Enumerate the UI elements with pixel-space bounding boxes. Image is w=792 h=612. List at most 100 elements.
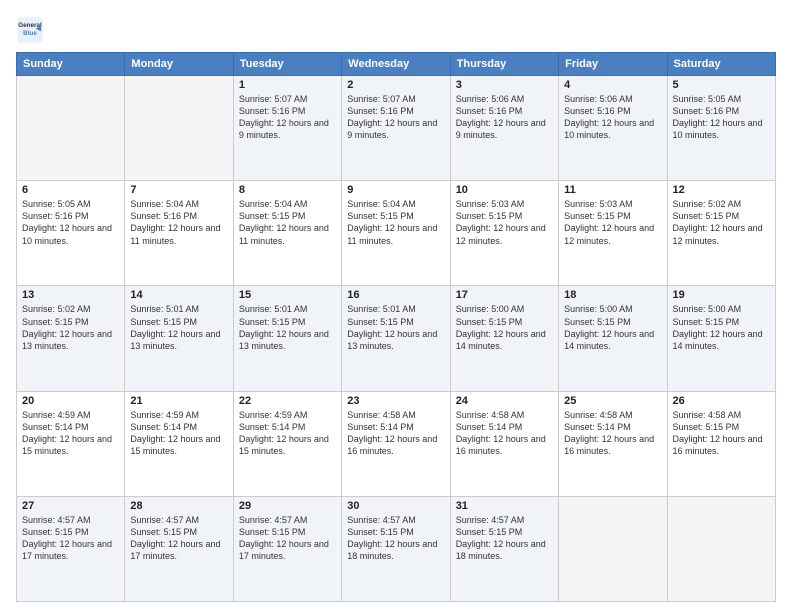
day-info: Sunrise: 4:59 AM Sunset: 5:14 PM Dayligh… <box>239 409 336 458</box>
calendar-cell: 1Sunrise: 5:07 AM Sunset: 5:16 PM Daylig… <box>233 76 341 181</box>
calendar-cell: 9Sunrise: 5:04 AM Sunset: 5:15 PM Daylig… <box>342 181 450 286</box>
calendar-cell: 13 Sunrise: 5:02 AM Sunset: 5:15 PM Dayli… <box>17 286 125 391</box>
day-number: 14 <box>130 289 227 301</box>
day-info: Sunrise: 5:00 AM Sunset: 5:15 PM Dayligh… <box>673 303 770 352</box>
day-number: 22 <box>239 395 336 407</box>
logo-icon: General Blue <box>16 16 44 44</box>
calendar-cell: 28 Sunrise: 4:57 AM Sunset: 5:15 PM Dayli… <box>125 496 233 601</box>
calendar-week-row: 6 Sunrise: 5:05 AM Sunset: 5:16 PM Daylig… <box>17 181 776 286</box>
calendar-cell: 21 Sunrise: 4:59 AM Sunset: 5:14 PM Dayli… <box>125 391 233 496</box>
logo: General Blue <box>16 16 44 44</box>
day-info: Sunrise: 4:57 AM Sunset: 5:15 PM Dayligh… <box>22 514 119 563</box>
calendar-cell: 14Sunrise: 5:01 AM Sunset: 5:15 PM Dayli… <box>125 286 233 391</box>
weekday-header-saturday: Saturday <box>667 53 775 76</box>
day-info: Sunrise: 5:04 AM Sunset: 5:16 PM Dayligh… <box>130 198 227 247</box>
day-number: 28 <box>130 500 227 512</box>
day-info: Sunrise: 5:05 AM Sunset: 5:16 PM Dayligh… <box>22 198 119 247</box>
calendar-cell: 24 Sunrise: 4:58 AM Sunset: 5:14 PM Dayli… <box>450 391 558 496</box>
day-info: Sunrise: 4:58 AM Sunset: 5:15 PM Dayligh… <box>673 409 770 458</box>
calendar-cell: 22 Sunrise: 4:59 AM Sunset: 5:14 PM Dayli… <box>233 391 341 496</box>
calendar-cell: 4 Sunrise: 5:06 AM Sunset: 5:16 PM Daylig… <box>559 76 667 181</box>
calendar-cell: 3 Sunrise: 5:06 AM Sunset: 5:16 PM Daylig… <box>450 76 558 181</box>
day-info: Sunrise: 4:58 AM Sunset: 5:14 PM Dayligh… <box>456 409 553 458</box>
weekday-header-tuesday: Tuesday <box>233 53 341 76</box>
day-number: 6 <box>22 184 119 196</box>
day-info: Sunrise: 4:57 AM Sunset: 5:15 PM Dayligh… <box>456 514 553 563</box>
calendar-cell: 30 Sunrise: 4:57 AM Sunset: 5:15 PM Dayli… <box>342 496 450 601</box>
day-number: 19 <box>673 289 770 301</box>
weekday-header-sunday: Sunday <box>17 53 125 76</box>
day-info: Sunrise: 4:59 AM Sunset: 5:14 PM Dayligh… <box>22 409 119 458</box>
day-info: Sunrise: 4:58 AM Sunset: 5:14 PM Dayligh… <box>564 409 661 458</box>
day-info: Sunrise: 5:06 AM Sunset: 5:16 PM Dayligh… <box>456 93 553 142</box>
day-info: Sunrise: 5:04 AM Sunset: 5:15 PM Dayligh… <box>347 198 444 247</box>
calendar-cell: 12 Sunrise: 5:02 AM Sunset: 5:15 PM Dayli… <box>667 181 775 286</box>
day-info: Sunrise: 5:03 AM Sunset: 5:15 PM Dayligh… <box>564 198 661 247</box>
day-number: 31 <box>456 500 553 512</box>
calendar-cell: 29Sunrise: 4:57 AM Sunset: 5:15 PM Dayli… <box>233 496 341 601</box>
day-number: 23 <box>347 395 444 407</box>
day-info: Sunrise: 5:07 AM Sunset: 5:16 PM Dayligh… <box>347 93 444 142</box>
calendar-week-row: 27 Sunrise: 4:57 AM Sunset: 5:15 PM Dayli… <box>17 496 776 601</box>
calendar-cell <box>667 496 775 601</box>
day-number: 4 <box>564 79 661 91</box>
calendar-cell: 17Sunrise: 5:00 AM Sunset: 5:15 PM Dayli… <box>450 286 558 391</box>
day-info: Sunrise: 5:02 AM Sunset: 5:15 PM Dayligh… <box>22 303 119 352</box>
calendar-cell: 18 Sunrise: 5:00 AM Sunset: 5:15 PM Dayli… <box>559 286 667 391</box>
day-info: Sunrise: 4:57 AM Sunset: 5:15 PM Dayligh… <box>130 514 227 563</box>
day-number: 3 <box>456 79 553 91</box>
calendar-cell: 5Sunrise: 5:05 AM Sunset: 5:16 PM Daylig… <box>667 76 775 181</box>
calendar-cell: 20 Sunrise: 4:59 AM Sunset: 5:14 PM Dayli… <box>17 391 125 496</box>
calendar-cell: 25 Sunrise: 4:58 AM Sunset: 5:14 PM Dayli… <box>559 391 667 496</box>
day-info: Sunrise: 5:01 AM Sunset: 5:15 PM Dayligh… <box>347 303 444 352</box>
day-number: 1 <box>239 79 336 91</box>
weekday-header-row: SundayMondayTuesdayWednesdayThursdayFrid… <box>17 53 776 76</box>
day-info: Sunrise: 5:00 AM Sunset: 5:15 PM Dayligh… <box>564 303 661 352</box>
day-number: 25 <box>564 395 661 407</box>
day-number: 27 <box>22 500 119 512</box>
day-number: 2 <box>347 79 444 91</box>
day-info: Sunrise: 4:57 AM Sunset: 5:15 PM Dayligh… <box>347 514 444 563</box>
calendar-cell: 7 Sunrise: 5:04 AM Sunset: 5:16 PM Daylig… <box>125 181 233 286</box>
day-number: 15 <box>239 289 336 301</box>
day-number: 30 <box>347 500 444 512</box>
day-info: Sunrise: 4:59 AM Sunset: 5:14 PM Dayligh… <box>130 409 227 458</box>
weekday-header-monday: Monday <box>125 53 233 76</box>
day-number: 8 <box>239 184 336 196</box>
calendar-cell: 11Sunrise: 5:03 AM Sunset: 5:15 PM Dayli… <box>559 181 667 286</box>
day-number: 26 <box>673 395 770 407</box>
calendar-week-row: 20 Sunrise: 4:59 AM Sunset: 5:14 PM Dayli… <box>17 391 776 496</box>
calendar-cell: 16 Sunrise: 5:01 AM Sunset: 5:15 PM Dayli… <box>342 286 450 391</box>
page: General Blue SundayMondayTuesdayWednesda… <box>0 0 792 612</box>
day-number: 16 <box>347 289 444 301</box>
calendar-cell: 26 Sunrise: 4:58 AM Sunset: 5:15 PM Dayli… <box>667 391 775 496</box>
day-number: 13 <box>22 289 119 301</box>
weekday-header-friday: Friday <box>559 53 667 76</box>
day-number: 7 <box>130 184 227 196</box>
day-number: 10 <box>456 184 553 196</box>
calendar-cell: 10 Sunrise: 5:03 AM Sunset: 5:15 PM Dayli… <box>450 181 558 286</box>
calendar-cell: 6 Sunrise: 5:05 AM Sunset: 5:16 PM Daylig… <box>17 181 125 286</box>
day-info: Sunrise: 5:05 AM Sunset: 5:16 PM Dayligh… <box>673 93 770 142</box>
calendar-cell: 27 Sunrise: 4:57 AM Sunset: 5:15 PM Dayli… <box>17 496 125 601</box>
day-number: 17 <box>456 289 553 301</box>
calendar-week-row: 13 Sunrise: 5:02 AM Sunset: 5:15 PM Dayli… <box>17 286 776 391</box>
day-number: 21 <box>130 395 227 407</box>
day-number: 24 <box>456 395 553 407</box>
svg-text:Blue: Blue <box>23 30 37 37</box>
calendar-cell: 19 Sunrise: 5:00 AM Sunset: 5:15 PM Dayli… <box>667 286 775 391</box>
calendar-cell: 15Sunrise: 5:01 AM Sunset: 5:15 PM Dayli… <box>233 286 341 391</box>
day-info: Sunrise: 4:58 AM Sunset: 5:14 PM Dayligh… <box>347 409 444 458</box>
day-number: 12 <box>673 184 770 196</box>
day-info: Sunrise: 5:03 AM Sunset: 5:15 PM Dayligh… <box>456 198 553 247</box>
day-info: Sunrise: 5:04 AM Sunset: 5:15 PM Dayligh… <box>239 198 336 247</box>
header: General Blue <box>16 16 776 44</box>
day-info: Sunrise: 5:06 AM Sunset: 5:16 PM Dayligh… <box>564 93 661 142</box>
day-number: 20 <box>22 395 119 407</box>
calendar-cell <box>17 76 125 181</box>
day-number: 18 <box>564 289 661 301</box>
day-info: Sunrise: 5:02 AM Sunset: 5:15 PM Dayligh… <box>673 198 770 247</box>
weekday-header-wednesday: Wednesday <box>342 53 450 76</box>
calendar-cell: 23 Sunrise: 4:58 AM Sunset: 5:14 PM Dayli… <box>342 391 450 496</box>
calendar-cell: 2 Sunrise: 5:07 AM Sunset: 5:16 PM Daylig… <box>342 76 450 181</box>
